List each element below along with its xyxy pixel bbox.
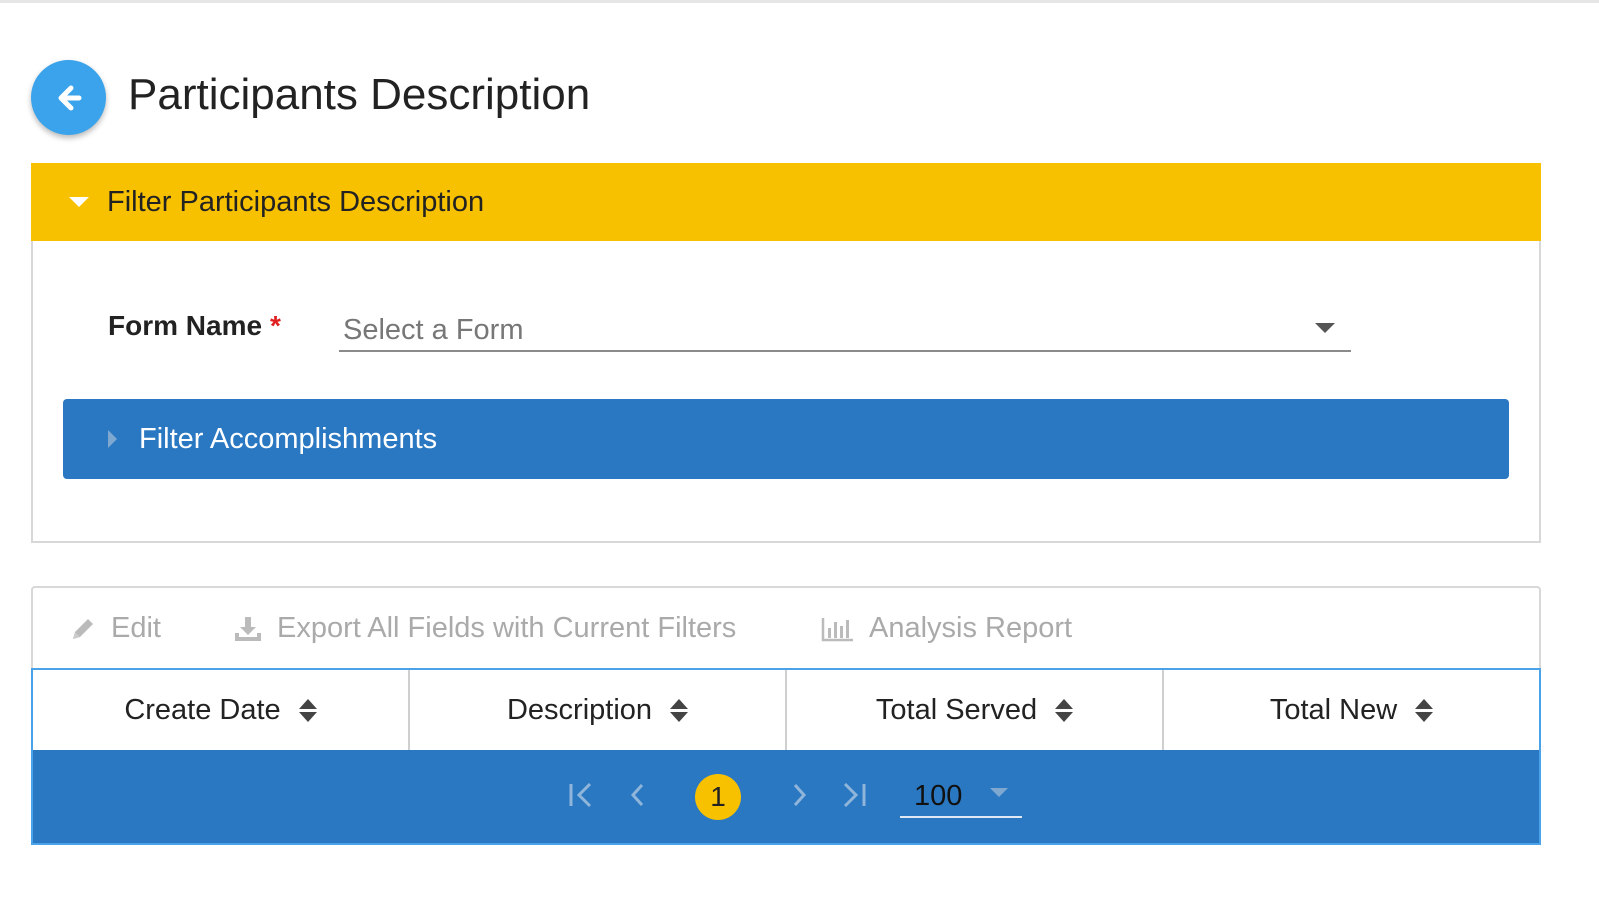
sort-icon — [298, 698, 317, 722]
filter-panel-title: Filter Participants Description — [107, 185, 485, 218]
filter-accomplishments-bar[interactable]: Filter Accomplishments — [63, 399, 1509, 479]
last-page-icon — [843, 782, 866, 808]
page-number-1[interactable]: 1 — [695, 774, 741, 820]
column-title: Total Served — [875, 693, 1038, 726]
caret-right-icon — [108, 430, 117, 448]
pager: 1 100 — [31, 750, 1541, 845]
column-header-total-served[interactable]: Total Served — [787, 670, 1164, 750]
column-title: Total New — [1269, 693, 1398, 726]
pencil-icon — [73, 618, 93, 639]
top-divider — [0, 0, 1599, 3]
form-name-select[interactable]: Select a Form — [339, 306, 1351, 352]
page-size-select[interactable]: 100 — [900, 770, 1022, 818]
back-button[interactable] — [31, 60, 106, 135]
bar-chart-icon — [821, 617, 853, 641]
dropdown-arrow-icon — [990, 788, 1008, 797]
export-button[interactable]: Export All Fields with Current Filters — [233, 612, 736, 645]
dropdown-arrow-icon — [1315, 323, 1335, 333]
previous-page-button[interactable] — [625, 780, 651, 815]
filter-accomplishments-label: Filter Accomplishments — [139, 422, 438, 455]
first-page-button[interactable] — [566, 780, 596, 815]
form-name-label: Form Name * — [108, 310, 281, 342]
sort-icon — [1415, 698, 1434, 722]
arrow-left-icon — [58, 85, 81, 110]
chevron-left-icon — [630, 783, 644, 807]
next-page-button[interactable] — [786, 780, 812, 815]
column-header-description[interactable]: Description — [410, 670, 787, 750]
export-label: Export All Fields with Current Filters — [277, 612, 737, 644]
grid-toolbar: Edit Export All Fields with Current Filt… — [31, 586, 1541, 670]
download-icon — [235, 616, 261, 641]
column-header-total-new[interactable]: Total New — [1164, 670, 1539, 750]
required-indicator: * — [270, 310, 281, 341]
column-header-create-date[interactable]: Create Date — [33, 670, 410, 750]
column-title: Create Date — [124, 693, 281, 726]
column-title: Description — [506, 693, 653, 726]
last-page-button[interactable] — [839, 780, 869, 815]
filter-panel-header[interactable]: Filter Participants Description — [31, 163, 1541, 241]
page-size-value: 100 — [914, 780, 963, 812]
sort-icon — [1055, 698, 1074, 722]
edit-button[interactable]: Edit — [69, 612, 161, 645]
chevron-right-icon — [793, 783, 807, 807]
analysis-label: Analysis Report — [869, 612, 1073, 644]
sort-icon — [670, 698, 689, 722]
edit-label: Edit — [111, 612, 161, 644]
grid-header: Create Date Description Total Served Tot… — [31, 668, 1541, 750]
form-select-placeholder: Select a Form — [343, 314, 524, 346]
caret-down-icon — [69, 197, 89, 207]
page-title: Participants Description — [128, 70, 591, 119]
first-page-icon — [569, 782, 592, 808]
analysis-report-button[interactable]: Analysis Report — [821, 612, 1072, 645]
form-name-text: Form Name — [108, 310, 263, 341]
